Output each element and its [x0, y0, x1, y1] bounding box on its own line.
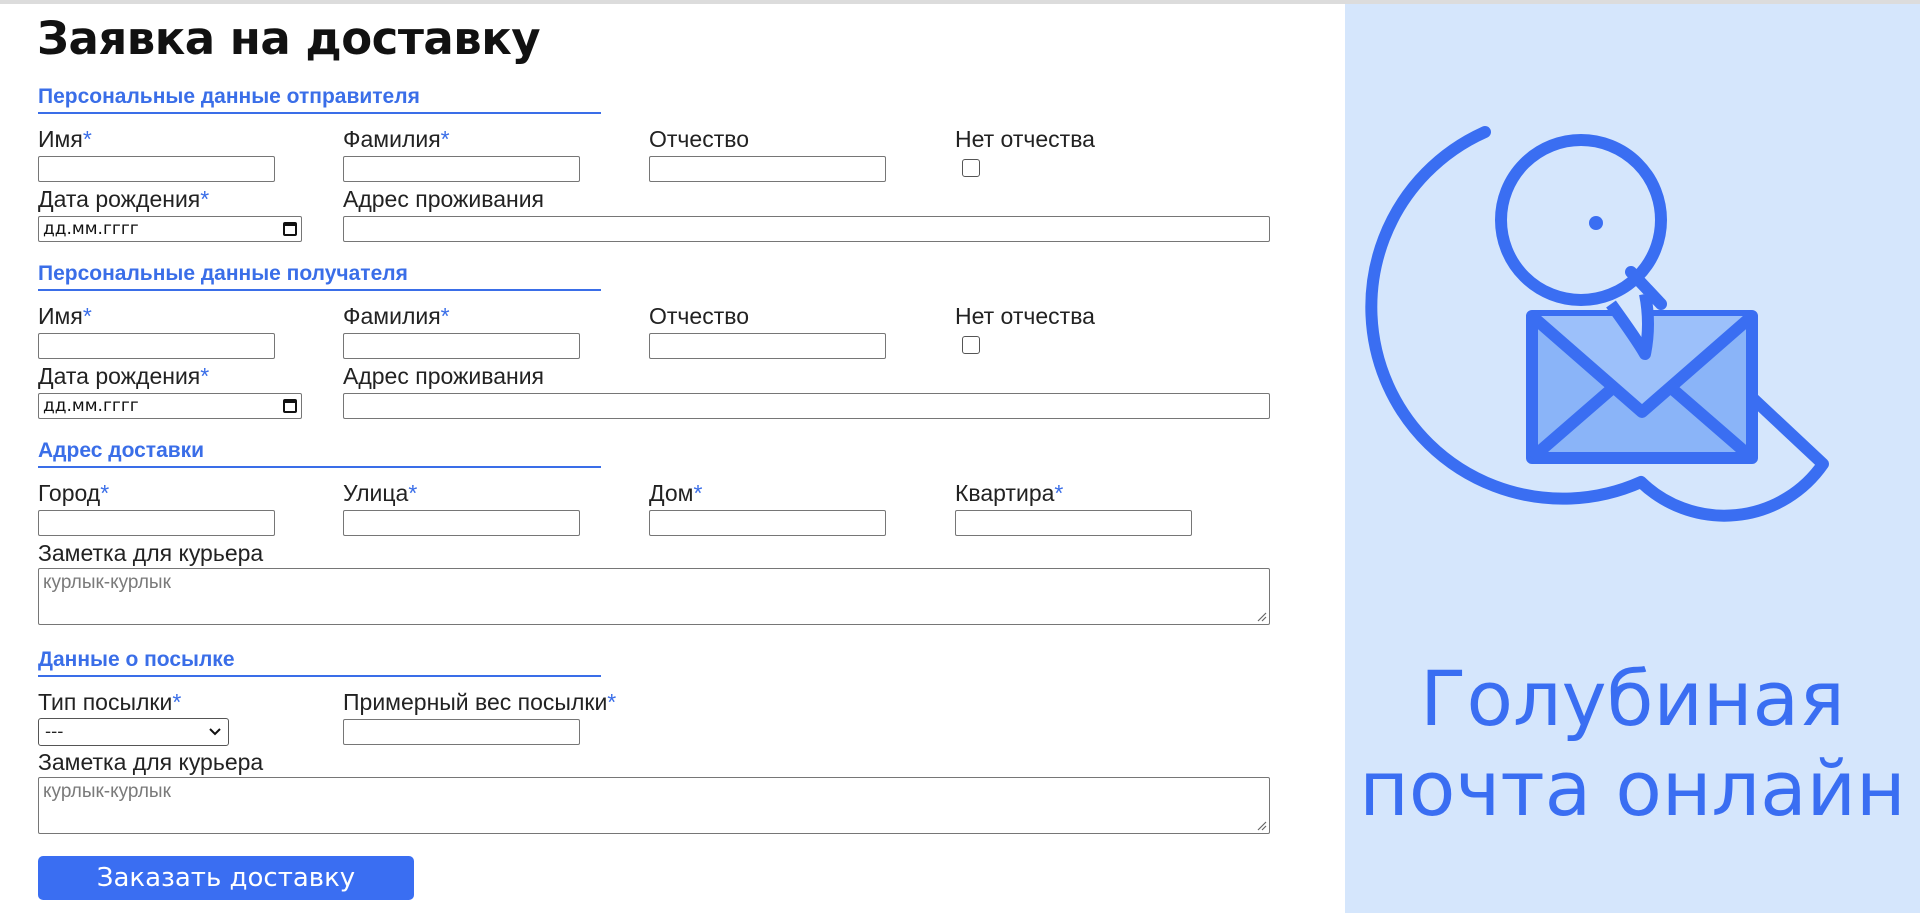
recipient-birth-date-input[interactable]: дд.мм.гггг: [38, 393, 302, 419]
parcel-weight-input[interactable]: [343, 719, 580, 745]
delivery-note-textarea[interactable]: курлык-курлык: [38, 568, 1270, 625]
recipient-first-name-label: Имя*: [38, 303, 92, 329]
parcel-note-textarea[interactable]: курлык-курлык: [38, 777, 1270, 834]
page-title: Заявка на доставку: [37, 12, 541, 65]
sender-patronymic-label: Отчество: [649, 126, 749, 152]
recipient-patronymic-label: Отчество: [649, 303, 749, 329]
calendar-icon[interactable]: [283, 222, 297, 236]
sender-first-name-input[interactable]: [38, 156, 275, 182]
recipient-patronymic-input[interactable]: [649, 333, 886, 359]
parcel-type-label: Тип посылки*: [38, 689, 182, 715]
pigeon-envelope-logo-icon: [1365, 126, 1829, 522]
order-delivery-button[interactable]: Заказать доставку: [38, 856, 414, 900]
parcel-note-label: Заметка для курьера: [38, 749, 264, 775]
section-title-recipient: Персональные данные получателя: [38, 261, 601, 291]
sender-address-label: Адрес проживания: [343, 186, 545, 212]
brand-name: Голубиная почта онлайн: [1345, 654, 1920, 834]
section-title-parcel: Данные о посылке: [38, 647, 601, 677]
parcel-type-select[interactable]: ---: [38, 718, 229, 746]
delivery-house-input[interactable]: [649, 510, 886, 536]
recipient-last-name-input[interactable]: [343, 333, 580, 359]
sender-birth-date-label: Дата рождения*: [38, 186, 210, 212]
delivery-house-label: Дом*: [649, 480, 703, 506]
resize-grip-icon[interactable]: [1255, 610, 1267, 622]
calendar-icon[interactable]: [283, 399, 297, 413]
recipient-last-name-label: Фамилия*: [343, 303, 450, 329]
parcel-weight-label: Примерный вес посылки*: [343, 689, 617, 715]
delivery-apartment-label: Квартира*: [955, 480, 1064, 506]
delivery-apartment-input[interactable]: [955, 510, 1192, 536]
sender-no-patronymic-label: Нет отчества: [955, 126, 1095, 152]
section-title-delivery: Адрес доставки: [38, 438, 601, 468]
delivery-city-label: Город*: [38, 480, 110, 506]
recipient-no-patronymic-label: Нет отчества: [955, 303, 1095, 329]
sender-address-input[interactable]: [343, 216, 1270, 242]
parcel-note-placeholder: курлык-курлык: [43, 781, 171, 802]
recipient-address-label: Адрес проживания: [343, 363, 545, 389]
sender-birth-date-input[interactable]: дд.мм.гггг: [38, 216, 302, 242]
recipient-first-name-input[interactable]: [38, 333, 275, 359]
sender-patronymic-input[interactable]: [649, 156, 886, 182]
brand-panel: Голубиная почта онлайн: [1345, 4, 1920, 913]
delivery-note-placeholder: курлык-курлык: [43, 572, 171, 593]
recipient-no-patronymic-checkbox[interactable]: [962, 336, 980, 354]
delivery-city-input[interactable]: [38, 510, 275, 536]
delivery-street-label: Улица*: [343, 480, 418, 506]
sender-last-name-input[interactable]: [343, 156, 580, 182]
parcel-type-selected: ---: [45, 722, 64, 742]
sender-first-name-label: Имя*: [38, 126, 92, 152]
chevron-down-icon: [209, 728, 221, 736]
brand-line2: почта онлайн: [1359, 744, 1906, 833]
section-title-sender: Персональные данные отправителя: [38, 84, 601, 114]
recipient-birth-date-label: Дата рождения*: [38, 363, 210, 389]
sender-no-patronymic-checkbox[interactable]: [962, 159, 980, 177]
sender-last-name-label: Фамилия*: [343, 126, 450, 152]
delivery-note-label: Заметка для курьера: [38, 540, 264, 566]
recipient-birth-date-placeholder: дд.мм.гггг: [43, 396, 139, 416]
sender-birth-date-placeholder: дд.мм.гггг: [43, 219, 139, 239]
brand-line1: Голубиная: [1420, 654, 1845, 743]
delivery-street-input[interactable]: [343, 510, 580, 536]
resize-grip-icon[interactable]: [1255, 819, 1267, 831]
recipient-address-input[interactable]: [343, 393, 1270, 419]
